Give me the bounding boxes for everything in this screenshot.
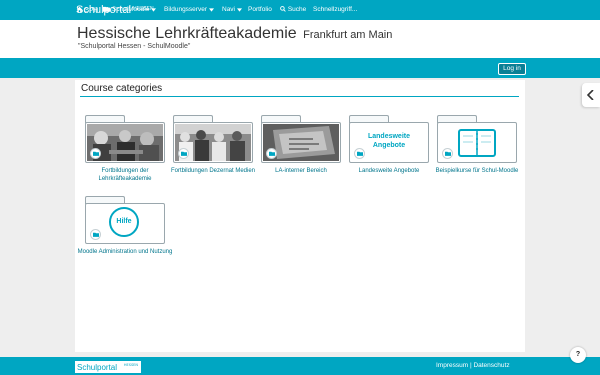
chevron-down-icon [151, 8, 157, 12]
course-categories-card: Course categories Fortbildungen der Lehr… [75, 80, 525, 352]
nav-item-suche[interactable]: Suche [280, 6, 306, 14]
search-icon [280, 6, 286, 12]
nav-item-navi-label: Navi [222, 6, 236, 13]
folder-icon [357, 151, 363, 156]
folder-icon [181, 151, 187, 156]
category-folder [173, 115, 253, 163]
folder-badge [442, 148, 453, 159]
category-folder [437, 115, 517, 163]
folder-badge [178, 148, 189, 159]
help-button[interactable]: ? [570, 347, 586, 363]
home-icon [76, 6, 83, 13]
category-link[interactable]: Beispielkurse für Schul-Moodle [429, 167, 525, 175]
folder-icon [445, 151, 451, 156]
folder-body [437, 122, 517, 163]
chevron-down-icon [208, 8, 214, 12]
category-folder [85, 115, 165, 163]
category-link[interactable]: Fortbildungen der Lehrkräfteakademie [77, 167, 173, 183]
site-header: Hessische Lehrkräfteakademie Frankfurt a… [0, 20, 600, 58]
nav-item-bildungsserver[interactable]: Bildungsserver [164, 6, 214, 14]
folder-icon [269, 151, 275, 156]
page-title: Course categories [81, 83, 163, 94]
chevron-left-icon [587, 90, 594, 100]
folder-body: Landesweite Angebote [349, 122, 429, 163]
site-title-sub: Frankfurt am Main [303, 29, 393, 41]
nav-item-suche-label: Suche [287, 6, 307, 13]
nav-item-navi[interactable]: Navi [222, 6, 242, 14]
footer-logo-text: Schulportal [77, 363, 118, 372]
nav-item-sph-label: SPH [84, 7, 99, 14]
nav-item-schulmoodle-label: SchulMoodle [111, 6, 150, 13]
folder-icon [103, 6, 110, 12]
nav-item-bildungsserver-label: Bildungsserver [164, 6, 207, 13]
folder-icon [93, 151, 99, 156]
category-link[interactable]: Fortbildungen Dezernat Medien [165, 167, 261, 175]
footer-logo[interactable]: Schulportal HESSEN [75, 361, 141, 373]
folder-badge [90, 148, 101, 159]
folder-badge [90, 229, 101, 240]
footer-links[interactable]: Impressum | Datenschutz [436, 362, 510, 369]
nav-item-portfolio[interactable]: Portfolio [248, 6, 272, 14]
chevron-down-icon [236, 8, 242, 12]
login-button[interactable]: Log in [498, 63, 526, 75]
graphic-text: Landesweite Angebote [367, 133, 410, 149]
category-folder [261, 115, 341, 163]
nav-item-schnellzugriff[interactable]: Schnellzugriff... [313, 6, 357, 14]
category-link[interactable]: LA-interner Bereich [253, 167, 349, 175]
category-folder: Hilfe [85, 196, 165, 244]
drawer-toggle-button[interactable] [582, 83, 600, 107]
site-title: Hessische Lehrkräfteakademie Frankfurt a… [77, 25, 392, 43]
category-link[interactable]: Moodle Administration und Nutzung [77, 248, 173, 256]
site-tagline: "Schulportal Hessen - SchulMoodle" [78, 43, 191, 50]
footer-logo-sup: HESSEN [123, 363, 138, 367]
graphic-text: Hilfe [116, 218, 132, 225]
nav-item-sph[interactable]: SPH [76, 6, 98, 15]
folder-body: Hilfe [85, 203, 165, 244]
nav-item-portfolio-label: Portfolio [248, 6, 272, 13]
category-folder: Landesweite Angebote [349, 115, 429, 163]
folder-body [173, 122, 253, 163]
folder-badge [266, 148, 277, 159]
site-title-main: Hessische Lehrkräfteakademie [77, 25, 297, 42]
folder-badge [354, 148, 365, 159]
nav-item-schulmoodle[interactable]: SchulMoodle [103, 6, 157, 14]
category-link[interactable]: Landesweite Angebote [341, 167, 437, 175]
title-divider [80, 96, 519, 97]
folder-body [85, 122, 165, 163]
folder-body [261, 122, 341, 163]
help-circle-icon: Hilfe [109, 207, 139, 237]
folder-icon [93, 232, 99, 237]
nav-item-schnellzugriff-label: Schnellzugriff... [313, 6, 358, 13]
